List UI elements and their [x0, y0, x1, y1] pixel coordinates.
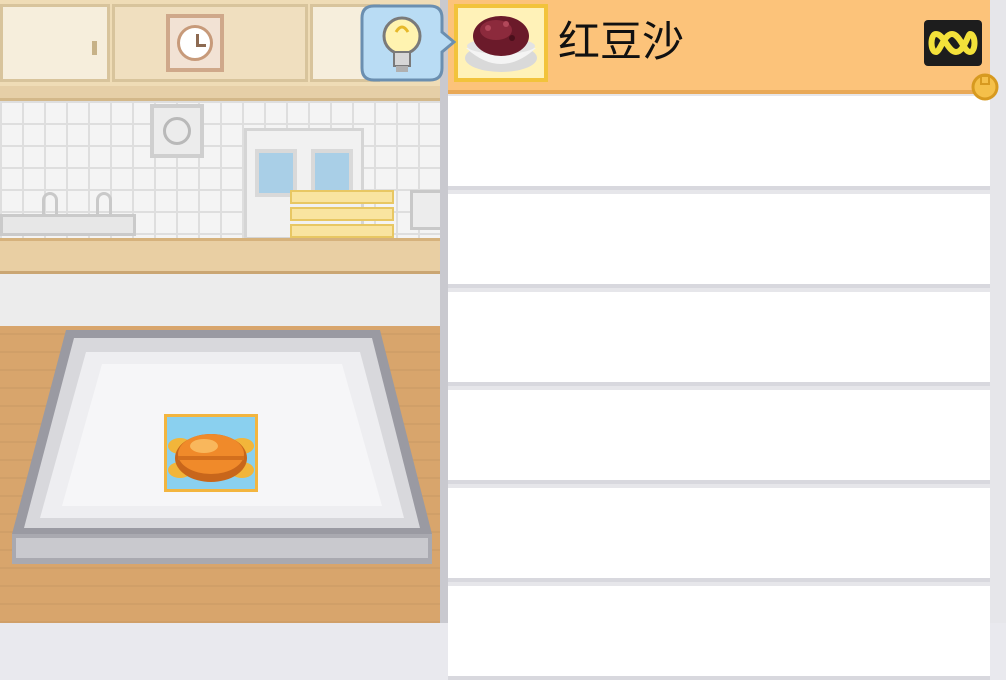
recipe-list-panel: 红豆沙 — [448, 0, 1006, 680]
recipe-list-item[interactable] — [448, 194, 990, 288]
recipe-label: 红豆沙 — [558, 17, 685, 66]
red-bean-paste-bowl-icon — [454, 4, 548, 82]
panel-divider — [440, 0, 448, 623]
sink — [0, 214, 136, 236]
shelf-ledge — [0, 86, 444, 101]
hint-button[interactable] — [360, 2, 457, 84]
baked-bun-icon[interactable] — [168, 424, 254, 486]
counter-front — [0, 274, 444, 328]
counter-top — [0, 238, 444, 274]
recipe-list-item[interactable] — [448, 96, 990, 190]
vent-fan-icon — [150, 104, 204, 158]
infinity-icon — [924, 20, 982, 66]
stove — [410, 190, 444, 230]
recipe-list-item[interactable] — [448, 586, 990, 680]
recipe-list-item[interactable] — [448, 390, 990, 484]
recipe-list-item[interactable] — [448, 488, 990, 582]
wall-cabinet-left — [0, 4, 110, 82]
recipe-list-item[interactable] — [448, 292, 990, 386]
recipe-list-scrollbar[interactable] — [992, 96, 1006, 623]
scroll-knob-icon[interactable] — [970, 72, 1000, 102]
wall-clock-icon — [166, 14, 224, 72]
recipe-list-item[interactable]: 红豆沙 — [448, 0, 990, 94]
